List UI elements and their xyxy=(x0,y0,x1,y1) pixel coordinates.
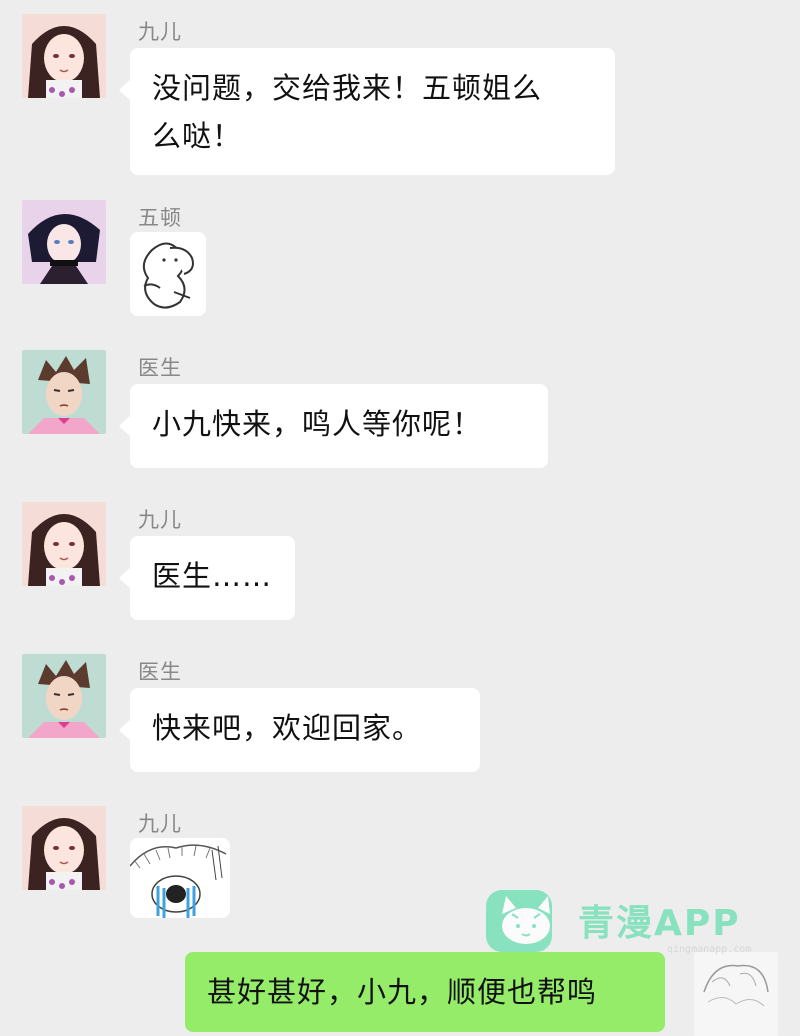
avatar-jiuer[interactable] xyxy=(22,14,106,98)
sender-name: 医生 xyxy=(138,660,182,684)
message-text: 甚好甚好，小九，顺便也帮鸣 xyxy=(207,975,598,1009)
message-bubble[interactable]: 快来吧，欢迎回家。 xyxy=(119,688,480,772)
message-text-line: 没问题，交给我来！五顿姐么 xyxy=(152,71,543,105)
avatar-self[interactable] xyxy=(694,952,778,1036)
avatar-jiuer[interactable] xyxy=(22,502,106,586)
message-bubble[interactable]: 没问题，交给我来！五顿姐么 么哒！ xyxy=(119,48,615,175)
sender-name: 医生 xyxy=(138,356,182,380)
sticker-message[interactable] xyxy=(130,232,206,316)
crying-cat-sticker-icon xyxy=(130,838,230,918)
message-text: 小九快来，鸣人等你呢！ xyxy=(152,407,483,441)
message-text-line: 么哒！ xyxy=(152,119,243,153)
message-bubble[interactable]: 医生…… xyxy=(119,536,295,620)
cat-logo-icon xyxy=(486,890,552,952)
avatar-jiuer[interactable] xyxy=(22,806,106,890)
blob-hug-sticker-icon xyxy=(130,232,206,316)
message-text: 医生…… xyxy=(152,559,273,593)
avatar-yisheng[interactable] xyxy=(22,350,106,434)
message-bubble[interactable]: 小九快来，鸣人等你呢！ xyxy=(119,384,548,468)
sticker-message[interactable] xyxy=(130,838,230,918)
outgoing-message-bubble[interactable]: 甚好甚好，小九，顺便也帮鸣 xyxy=(185,952,665,1032)
sender-name: 九儿 xyxy=(138,508,182,532)
sender-name: 九儿 xyxy=(138,20,182,44)
watermark-text: 青漫APP xyxy=(578,903,741,944)
watermark-subtext: qingmanapp.com xyxy=(667,944,752,955)
sender-name: 九儿 xyxy=(138,812,182,836)
sender-name: 五顿 xyxy=(138,206,182,230)
message-text: 快来吧，欢迎回家。 xyxy=(152,711,423,745)
avatar-yisheng[interactable] xyxy=(22,654,106,738)
app-watermark: 青漫APP qingmanapp.com xyxy=(482,884,782,956)
avatar-wudun[interactable] xyxy=(22,200,106,284)
